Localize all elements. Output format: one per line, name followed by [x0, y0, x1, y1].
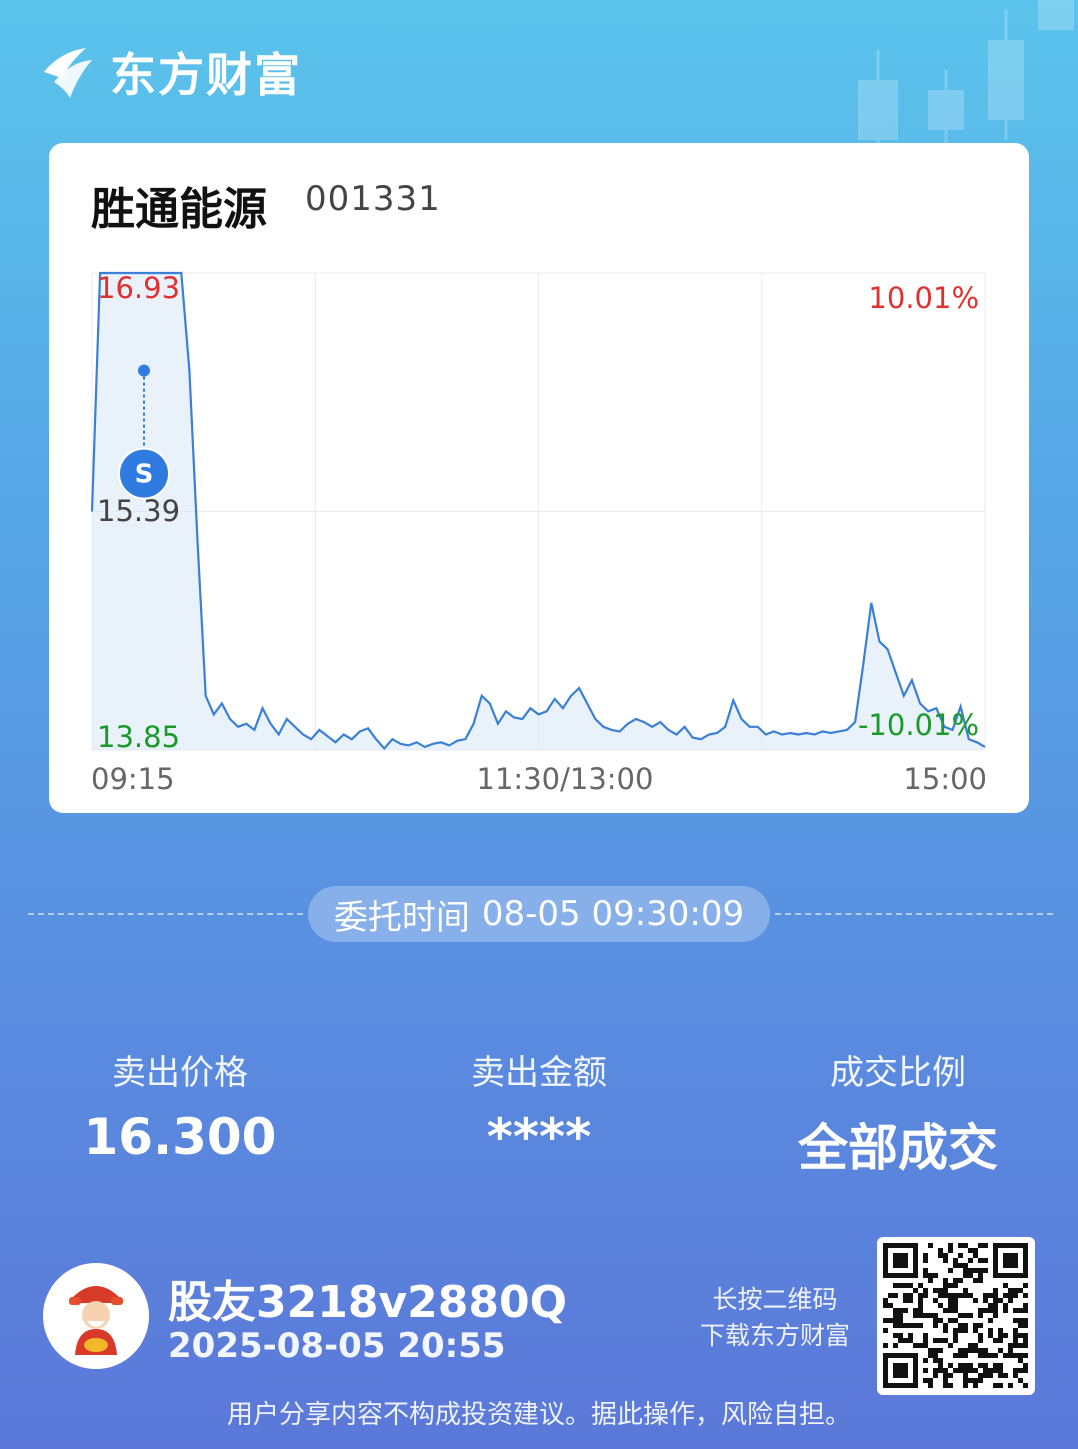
- stat-label: 卖出价格: [112, 1053, 248, 1093]
- stat-fill-ratio: 成交比例 全部成交: [748, 1045, 1048, 1180]
- sell-marker-label: S: [135, 460, 154, 490]
- x-label-close: 15:00: [903, 762, 987, 796]
- disclaimer: 用户分享内容不构成投资建议。据此操作，风险自担。: [226, 1400, 851, 1430]
- pct-label-low: -10.01%: [858, 708, 979, 742]
- brand-logo-icon: [44, 48, 92, 98]
- qr-hint-line2: 下载东方财富: [699, 1321, 850, 1350]
- qr-code-icon: [883, 1243, 1028, 1388]
- stat-sell-amount: 卖出金额 ****: [389, 1045, 689, 1166]
- x-label-midday: 11:30/13:00: [477, 762, 654, 796]
- stat-value: ****: [486, 1108, 592, 1166]
- chart-grid: [91, 272, 986, 751]
- avatar-fortune-god-icon: [43, 1263, 149, 1369]
- avatar[interactable]: [43, 1263, 149, 1369]
- divider-left: [28, 913, 303, 915]
- qr-hint-line1: 长按二维码: [712, 1285, 838, 1314]
- intraday-chart: S 16.93 15.39 13.85 10.01% -10.01% 09:15…: [90, 271, 987, 796]
- stat-label: 卖出金额: [471, 1053, 607, 1093]
- x-label-open: 09:15: [91, 762, 175, 796]
- user-name: 股友3218v2880Q: [168, 1277, 568, 1328]
- stat-sell-price: 卖出价格 16.300: [30, 1045, 330, 1166]
- price-label-high: 16.93: [97, 271, 180, 305]
- qr-hint: 长按二维码 下载东方财富: [690, 1282, 860, 1354]
- share-time: 2025-08-05 20:55: [168, 1326, 506, 1366]
- price-label-mid: 15.39: [97, 494, 180, 528]
- stat-label: 成交比例: [830, 1053, 966, 1093]
- stat-value: 全部成交: [798, 1119, 998, 1177]
- stat-value: 16.300: [83, 1108, 277, 1166]
- order-time-pill: 委托时间 08-05 09:30:09: [308, 886, 770, 942]
- order-time-label: 委托时间: [333, 897, 470, 938]
- stock-chart-card: 胜通能源 001331 S 16.93 15.39 13.85 10.01% -…: [49, 143, 1029, 813]
- qr-code[interactable]: [877, 1237, 1035, 1395]
- order-time-value: 08-05 09:30:09: [481, 894, 745, 934]
- sell-point-dot: [138, 364, 150, 377]
- divider-right: [775, 913, 1053, 915]
- brand-logo: 东方财富: [40, 40, 302, 104]
- brand-name: 东方财富: [110, 48, 302, 102]
- price-label-low: 13.85: [97, 720, 180, 754]
- pct-label-high: 10.01%: [868, 281, 979, 315]
